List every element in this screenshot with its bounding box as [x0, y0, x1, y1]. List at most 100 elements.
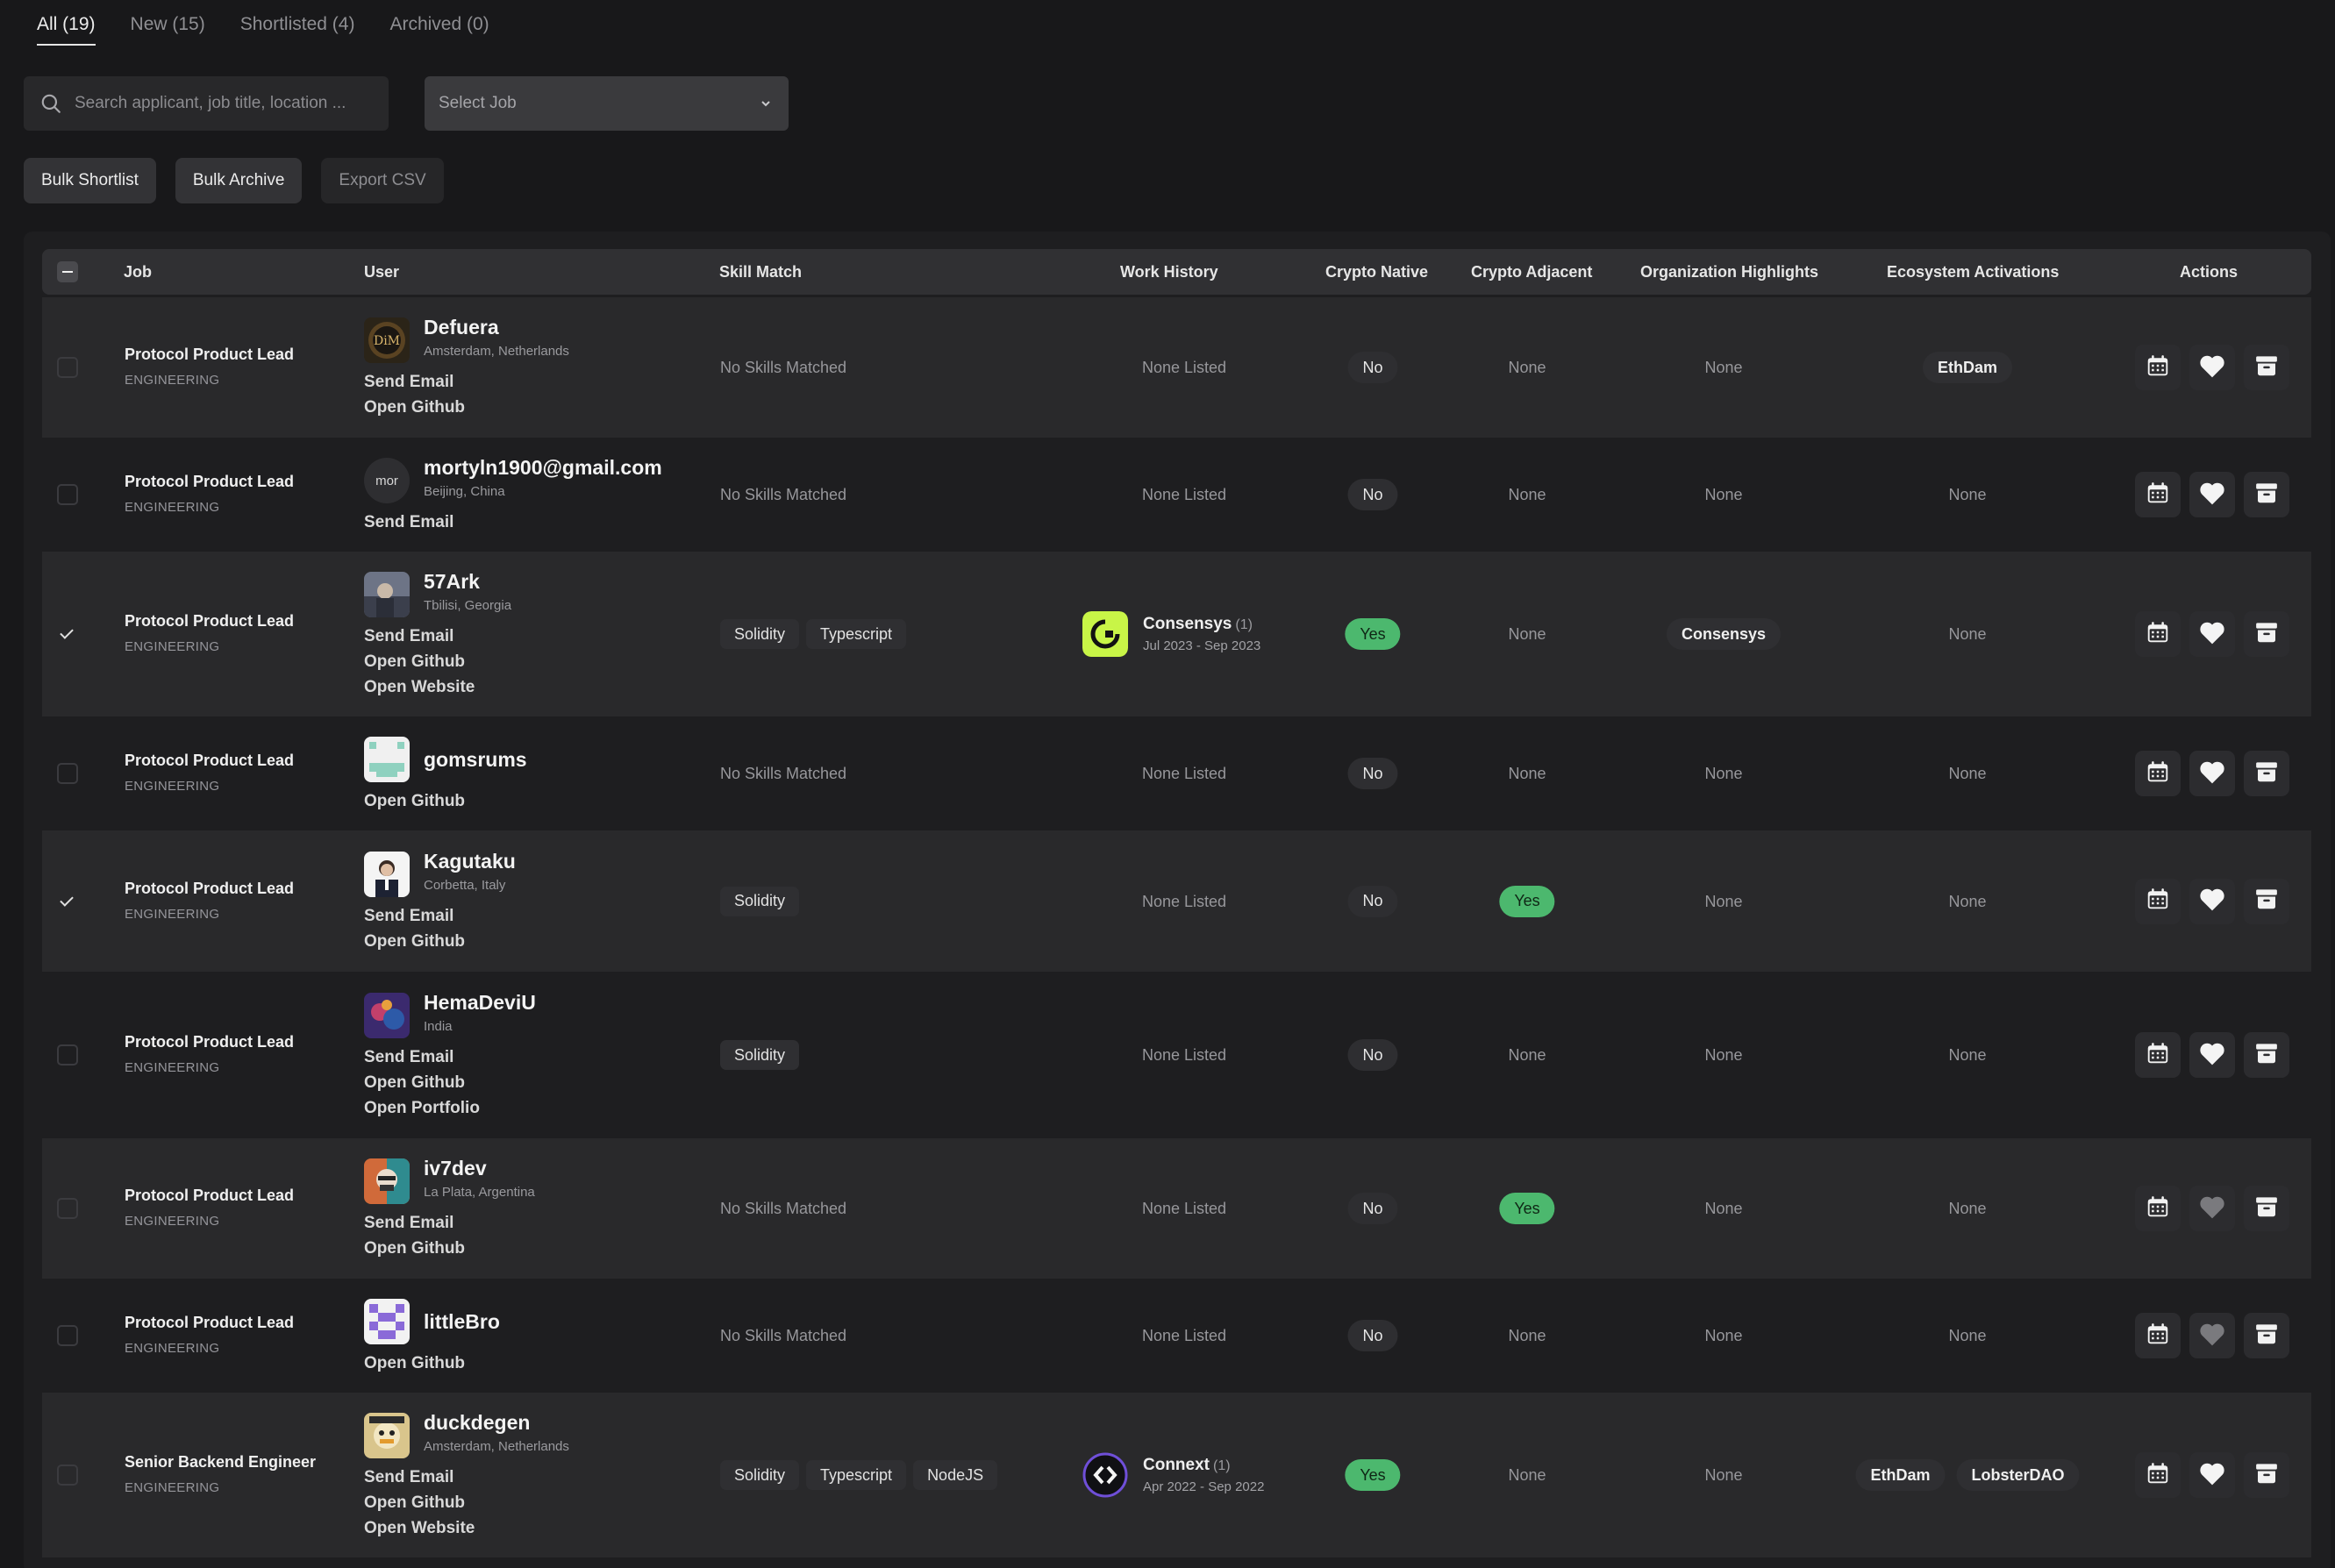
schedule-button[interactable]	[2135, 1032, 2181, 1078]
no-skills-text: No Skills Matched	[720, 486, 847, 503]
shortlist-button[interactable]	[2189, 878, 2235, 924]
row-checkbox[interactable]	[57, 1465, 78, 1486]
crypto-native-cell: No	[1347, 352, 1398, 383]
archive-button[interactable]	[2244, 1186, 2289, 1231]
schedule-button[interactable]	[2135, 1313, 2181, 1358]
crypto-adjacent-text: None	[1508, 1046, 1546, 1064]
skill-tags: Solidity Typescript NodeJS	[720, 1460, 998, 1490]
open-github-link[interactable]: Open Github	[364, 1354, 465, 1373]
open-github-link[interactable]: Open Github	[364, 398, 465, 417]
row-checkbox[interactable]	[57, 357, 78, 378]
bulk-shortlist-button[interactable]: Bulk Shortlist	[24, 158, 156, 203]
open-portfolio-link[interactable]: Open Portfolio	[364, 1099, 480, 1118]
bulk-archive-button[interactable]: Bulk Archive	[175, 158, 303, 203]
row-checkbox[interactable]	[57, 1325, 78, 1346]
schedule-button[interactable]	[2135, 611, 2181, 657]
archive-button[interactable]	[2244, 1313, 2289, 1358]
header-user[interactable]: User	[364, 249, 399, 295]
row-checkbox[interactable]	[57, 484, 78, 505]
ecosystem-none: None	[1948, 1200, 1987, 1217]
archive-button[interactable]	[2244, 472, 2289, 517]
user-name[interactable]: HemaDeviU	[424, 991, 536, 1015]
open-website-link[interactable]: Open Website	[364, 678, 475, 697]
header-crypto-adjacent[interactable]: Crypto Adjacent	[1471, 249, 1592, 295]
search-icon	[41, 94, 61, 113]
archive-button[interactable]	[2244, 345, 2289, 390]
shortlist-button[interactable]	[2189, 611, 2235, 657]
row-checkbox[interactable]	[57, 763, 78, 784]
user-name[interactable]: duckdegen	[424, 1411, 530, 1435]
shortlist-button[interactable]	[2189, 472, 2235, 517]
tab-3[interactable]: Archived (0)	[389, 0, 489, 46]
schedule-button[interactable]	[2135, 472, 2181, 517]
job-department: ENGINEERING	[125, 1480, 220, 1495]
crypto-native-badge: No	[1347, 885, 1398, 917]
open-website-link[interactable]: Open Website	[364, 1519, 475, 1538]
header-crypto-native[interactable]: Crypto Native	[1325, 249, 1428, 295]
header-job[interactable]: Job	[124, 249, 152, 295]
user-name[interactable]: 57Ark	[424, 570, 480, 594]
send-email-link[interactable]: Send Email	[364, 907, 453, 926]
open-github-link[interactable]: Open Github	[364, 1493, 465, 1513]
work-history-none: None Listed	[1141, 1327, 1227, 1344]
tab-0[interactable]: All (19)	[37, 0, 96, 46]
header-skill-match[interactable]: Skill Match	[719, 249, 802, 295]
archive-button[interactable]	[2244, 611, 2289, 657]
send-email-link[interactable]: Send Email	[364, 373, 453, 392]
shortlist-button[interactable]	[2189, 1186, 2235, 1231]
row-checkbox[interactable]	[57, 624, 78, 645]
shortlist-button[interactable]	[2189, 1313, 2235, 1358]
send-email-link[interactable]: Send Email	[364, 627, 453, 646]
no-skills-text: No Skills Matched	[720, 359, 847, 376]
job-select[interactable]: Select Job	[425, 76, 789, 131]
shortlist-button[interactable]	[2189, 751, 2235, 796]
header-ecosystem-activations[interactable]: Ecosystem Activations	[1887, 249, 2059, 295]
user-name[interactable]: mortyln1900@gmail.com	[424, 456, 662, 480]
tab-1[interactable]: New (15)	[131, 0, 205, 46]
shortlist-button[interactable]	[2189, 1452, 2235, 1498]
heart-icon	[2198, 759, 2226, 789]
send-email-link[interactable]: Send Email	[364, 1048, 453, 1067]
archive-button[interactable]	[2244, 751, 2289, 796]
open-github-link[interactable]: Open Github	[364, 792, 465, 811]
user-name[interactable]: Kagutaku	[424, 850, 516, 873]
send-email-link[interactable]: Send Email	[364, 1214, 453, 1233]
row-checkbox[interactable]	[57, 891, 78, 912]
user-name[interactable]: littleBro	[424, 1310, 500, 1334]
open-github-link[interactable]: Open Github	[364, 1239, 465, 1258]
export-csv-button[interactable]: Export CSV	[321, 158, 444, 203]
work-history-entry[interactable]: Consensys (1) Jul 2023 - Sep 2023	[1082, 611, 1260, 657]
archive-button[interactable]	[2244, 1452, 2289, 1498]
tab-2[interactable]: Shortlisted (4)	[240, 0, 355, 46]
archive-button[interactable]	[2244, 1032, 2289, 1078]
calendar-icon	[2145, 759, 2171, 789]
header-work-history[interactable]: Work History	[1120, 249, 1218, 295]
user-name[interactable]: Defuera	[424, 316, 499, 339]
shortlist-button[interactable]	[2189, 1032, 2235, 1078]
crypto-native-cell: No	[1347, 1039, 1398, 1071]
send-email-link[interactable]: Send Email	[364, 1468, 453, 1487]
schedule-button[interactable]	[2135, 1452, 2181, 1498]
work-history-count: (1)	[1213, 1458, 1231, 1473]
row-checkbox[interactable]	[57, 1044, 78, 1066]
schedule-button[interactable]	[2135, 1186, 2181, 1231]
schedule-button[interactable]	[2135, 878, 2181, 924]
open-github-link[interactable]: Open Github	[364, 932, 465, 951]
open-github-link[interactable]: Open Github	[364, 1073, 465, 1093]
send-email-link[interactable]: Send Email	[364, 513, 453, 532]
search-box[interactable]	[24, 76, 389, 131]
schedule-button[interactable]	[2135, 345, 2181, 390]
org-highlights-text: None	[1704, 892, 1743, 910]
user-name[interactable]: gomsrums	[424, 748, 527, 772]
header-org-highlights[interactable]: Organization Highlights	[1640, 249, 1818, 295]
archive-button[interactable]	[2244, 878, 2289, 924]
open-github-link[interactable]: Open Github	[364, 652, 465, 672]
schedule-button[interactable]	[2135, 751, 2181, 796]
select-all-checkbox[interactable]	[57, 261, 78, 282]
work-history-entry[interactable]: Connext (1) Apr 2022 - Sep 2022	[1082, 1452, 1264, 1498]
search-input[interactable]	[75, 94, 373, 113]
crypto-adjacent-cell: Yes	[1499, 1193, 1555, 1224]
shortlist-button[interactable]	[2189, 345, 2235, 390]
user-name[interactable]: iv7dev	[424, 1157, 487, 1180]
row-checkbox[interactable]	[57, 1198, 78, 1219]
